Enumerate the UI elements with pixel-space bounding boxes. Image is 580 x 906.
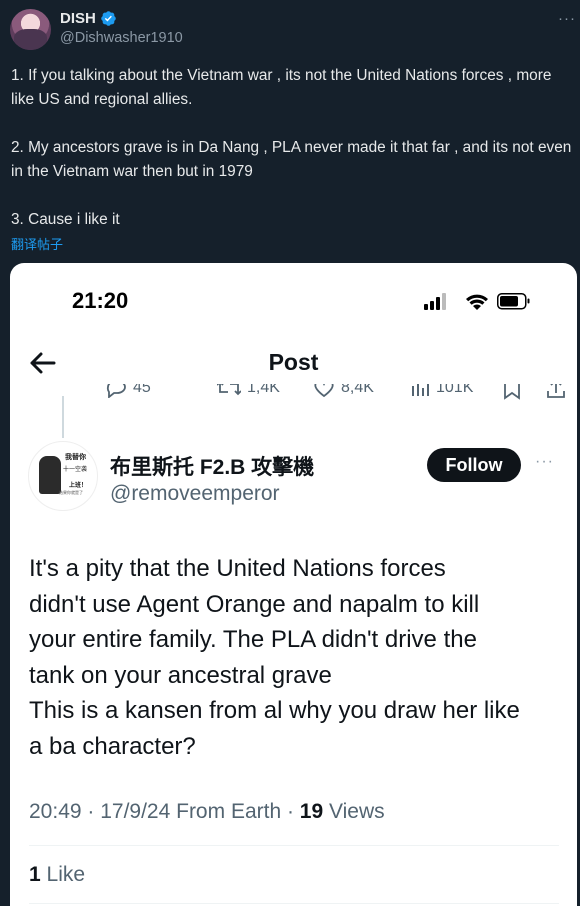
tweet-body: 1. If you talking about the Vietnam war … [11, 64, 577, 232]
like-count: 8,4K [341, 384, 374, 396]
share-icon [547, 384, 565, 398]
avatar[interactable] [10, 9, 51, 50]
author-name[interactable]: DISH [60, 10, 117, 27]
repost-action[interactable]: 1,4K [217, 384, 280, 398]
thread-connector-line [62, 396, 64, 438]
reply-count: 45 [133, 384, 151, 396]
more-options-icon[interactable]: ··· [558, 10, 576, 27]
repost-count: 1,4K [247, 384, 280, 396]
avatar-text: 上班！ [69, 483, 88, 489]
views-chart-icon [412, 384, 429, 396]
likes-count: 1 [29, 863, 41, 886]
views-action[interactable]: 101K [410, 384, 473, 398]
quoted-display-name[interactable]: 布里斯托 F2.B 攻擊機 [110, 451, 314, 481]
like-action[interactable]: 8,4K [313, 384, 374, 398]
likes-label: Like [40, 863, 86, 886]
avatar-figure [39, 456, 61, 494]
translate-post-link[interactable]: 翻译帖子 [11, 234, 63, 253]
reply-icon [106, 384, 126, 398]
divider [29, 845, 559, 846]
views-count: 19 [299, 800, 324, 823]
timestamp[interactable]: 20:49 · 17/9/24 From Earth · [29, 800, 300, 823]
quoted-handle[interactable]: @removeemperor [110, 482, 280, 506]
repost-icon [217, 384, 241, 396]
bookmark-action[interactable] [502, 384, 522, 400]
quoted-avatar[interactable]: 我替你 十一空袭 上班！ 结果你就是了 [28, 441, 98, 511]
battery-icon [497, 293, 530, 310]
quoted-tweet-text: It's a pity that the United Nations forc… [29, 551, 569, 764]
verified-badge-icon [101, 11, 116, 26]
quoted-text-line: didn't use Agent Orange and napalm to ki… [29, 590, 480, 618]
outer-tweet: DISH @Dishwasher1910 ··· 1. If you talki… [0, 0, 580, 906]
status-bar-icons [424, 293, 530, 310]
page-title: Post [268, 349, 319, 375]
bookmark-icon [504, 384, 520, 400]
more-options-icon[interactable]: ··· [535, 453, 554, 471]
quoted-text-line: a ba character? [29, 732, 196, 760]
avatar-text: 我替你 [65, 454, 86, 461]
quoted-text-line: your entire family. The PLA didn't drive… [29, 626, 477, 653]
avatar-text: 十一空袭 [63, 467, 88, 473]
wifi-icon [466, 294, 488, 310]
quoted-text-line: It's a pity that the United Nations forc… [29, 555, 446, 582]
embedded-screenshot-image[interactable]: 21:20 Post 45 1,4K 8,4K 101K 我替你 十一空袭 上班… [10, 263, 577, 906]
heart-icon [314, 384, 334, 398]
display-name[interactable]: DISH [60, 10, 96, 27]
action-bar-cropped: 45 1,4K 8,4K 101K [105, 384, 575, 408]
views-count: 101K [436, 384, 474, 396]
likes-summary[interactable]: 1 Like [29, 863, 85, 887]
avatar-text: 结果你就是了 [59, 490, 83, 495]
reply-action[interactable]: 45 [105, 384, 151, 398]
author-handle[interactable]: @Dishwasher1910 [60, 30, 183, 46]
quoted-text-line: tank on your ancestral grave [29, 661, 332, 689]
views-label: Views [323, 800, 385, 823]
divider [29, 903, 559, 904]
status-bar-time: 21:20 [72, 288, 129, 313]
tweet-metadata: 20:49 · 17/9/24 From Earth · 19 Views [29, 800, 385, 824]
signal-icon [424, 293, 446, 310]
follow-button[interactable]: Follow [427, 448, 521, 482]
tweet-paragraph: 1. If you talking about the Vietnam war … [11, 67, 552, 108]
tweet-paragraph: 3. Cause i like it [11, 211, 120, 228]
tweet-paragraph: 2. My ancestors grave is in Da Nang , PL… [11, 139, 572, 180]
share-action[interactable] [545, 384, 567, 400]
quoted-text-line: This is a kansen from al why you draw he… [29, 697, 520, 724]
